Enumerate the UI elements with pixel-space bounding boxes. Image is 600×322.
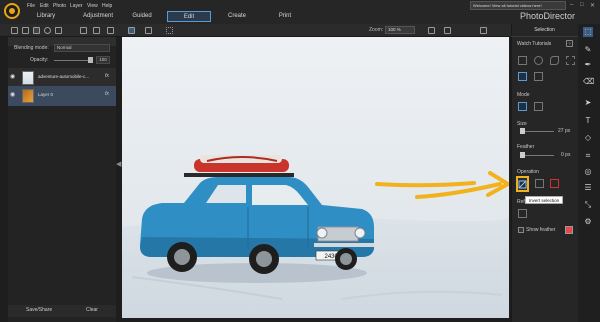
maximize-icon[interactable]: □: [580, 2, 584, 8]
mode-label: Mode: [517, 92, 530, 98]
toolbar: [0, 24, 600, 37]
shape-tool-icon[interactable]: ◇: [583, 133, 593, 143]
crop-view-icon[interactable]: [480, 27, 487, 34]
layer-thumbnail: [22, 89, 34, 103]
feather-color-swatch[interactable]: [565, 226, 573, 234]
menu-photo[interactable]: Photo: [53, 3, 66, 9]
operation-label: Operation: [517, 169, 539, 175]
fit-screen-icon[interactable]: [428, 27, 435, 34]
tab-guided[interactable]: Guided: [124, 11, 160, 22]
tutorial-notification[interactable]: Welcome! View all tutorial videos here!: [470, 1, 566, 10]
tab-library[interactable]: Library: [26, 11, 66, 22]
subtract-mode-icon[interactable]: [534, 102, 543, 111]
divider: [511, 36, 578, 37]
menu-file[interactable]: File: [27, 3, 35, 9]
opacity-label: Opacity:: [30, 57, 49, 63]
adjust-tool-icon[interactable]: ☰: [583, 183, 593, 193]
layer-fx-icon[interactable]: fx: [105, 73, 109, 79]
app-logo-icon: [4, 3, 20, 19]
invert-selection-tooltip: Invert selection: [525, 196, 563, 204]
opacity-value[interactable]: 100: [96, 56, 110, 64]
tab-print[interactable]: Print: [266, 11, 304, 22]
clear-selection-icon[interactable]: [550, 179, 559, 188]
pen-tool-icon[interactable]: ✒: [583, 60, 593, 70]
eraser-tool-icon[interactable]: ⌫: [583, 77, 594, 87]
menu-view[interactable]: View: [87, 3, 98, 9]
photo-snowy-car: 2430 B: [122, 37, 509, 318]
tab-edit[interactable]: Edit: [167, 11, 211, 22]
visibility-eye-icon[interactable]: ◉: [10, 73, 16, 80]
move-tool-icon[interactable]: ➤: [583, 98, 593, 108]
feather-slider[interactable]: [520, 155, 554, 156]
delete-icon[interactable]: [107, 27, 114, 34]
deselect-icon[interactable]: [535, 179, 544, 188]
layer-fx-icon[interactable]: fx: [105, 91, 109, 97]
crop-tool-icon[interactable]: ⌗: [583, 151, 593, 161]
selection-panel-title: Selection: [534, 27, 555, 33]
save-share-button[interactable]: Save/Share: [26, 307, 52, 313]
actual-size-icon[interactable]: [444, 27, 451, 34]
effects-tool-icon[interactable]: ◎: [583, 167, 593, 177]
brush-tool-icon[interactable]: ✎: [583, 45, 593, 55]
minimize-icon[interactable]: –: [570, 2, 573, 8]
layer-name: Layer 0: [38, 92, 54, 97]
collapse-left-panel-icon[interactable]: ◀: [116, 160, 121, 168]
zoom-label: Zoom:: [369, 27, 384, 33]
opacity-slider-handle[interactable]: [88, 57, 93, 63]
layer-fill-icon[interactable]: [33, 27, 40, 34]
watch-tutorials-link[interactable]: Watch Tutorials: [517, 41, 551, 47]
layer-style-icon[interactable]: [55, 27, 62, 34]
refine-brush-icon[interactable]: [518, 209, 527, 218]
grid-icon[interactable]: [166, 27, 173, 34]
transform-tool-icon[interactable]: ⤡: [583, 200, 593, 210]
polygon-lasso-icon[interactable]: [566, 56, 575, 65]
size-slider-handle[interactable]: [520, 128, 525, 134]
clear-button[interactable]: Clear: [86, 307, 98, 313]
move-up-icon[interactable]: [80, 27, 87, 34]
menu-edit[interactable]: Edit: [40, 3, 49, 9]
feather-label: Feather: [517, 144, 535, 150]
blending-mode-label: Blending mode:: [14, 45, 49, 51]
settings-gear-icon[interactable]: ⚙: [583, 217, 593, 227]
selection-tool-icon[interactable]: ⬚: [583, 27, 593, 37]
mask-icon[interactable]: [44, 27, 51, 34]
photo-canvas[interactable]: 2430 B: [122, 37, 509, 318]
brand-name: PhotoDirector: [520, 11, 576, 21]
ellipse-select-icon[interactable]: [534, 56, 543, 65]
layer-thumbnail: [22, 71, 34, 85]
tab-create[interactable]: Create: [218, 11, 256, 22]
text-tool-icon[interactable]: T: [583, 116, 593, 126]
show-feather-label: Show feather: [526, 227, 556, 233]
size-label: Size: [517, 121, 527, 127]
layer-icon[interactable]: [22, 27, 29, 34]
menu-help[interactable]: Help: [102, 3, 112, 9]
view-single-icon[interactable]: [128, 27, 135, 34]
layer-add-icon[interactable]: [11, 27, 18, 34]
help-button[interactable]: ?: [566, 40, 573, 47]
add-mode-icon[interactable]: [518, 102, 527, 111]
lasso-icon[interactable]: [550, 56, 559, 65]
feather-slider-handle[interactable]: [520, 152, 525, 158]
feather-value[interactable]: 0 px: [561, 152, 570, 158]
blending-mode-select[interactable]: Normal: [54, 44, 110, 52]
zoom-select[interactable]: 100 %: [385, 26, 415, 34]
invert-selection-button[interactable]: [516, 176, 529, 192]
close-icon[interactable]: ✕: [590, 2, 595, 9]
visibility-eye-icon[interactable]: ◉: [10, 91, 16, 98]
move-down-icon[interactable]: [93, 27, 100, 34]
menu-layer[interactable]: Layer: [70, 3, 83, 9]
refine-label: Refi: [517, 199, 526, 205]
tab-adjustment[interactable]: Adjustment: [74, 11, 122, 22]
invert-selection-icon: [518, 180, 527, 189]
view-compare-icon[interactable]: [145, 27, 152, 34]
opacity-slider[interactable]: [54, 60, 90, 61]
layers-panel-footer: [8, 305, 116, 317]
smart-brush-icon[interactable]: [518, 72, 527, 81]
layer-name: adventure-automobile-c...: [38, 74, 90, 79]
size-slider[interactable]: [520, 131, 554, 132]
size-value[interactable]: 27 px: [558, 128, 570, 134]
magic-wand-icon[interactable]: [534, 72, 543, 81]
show-feather-checkbox[interactable]: [518, 227, 524, 233]
rect-select-icon[interactable]: [518, 56, 527, 65]
